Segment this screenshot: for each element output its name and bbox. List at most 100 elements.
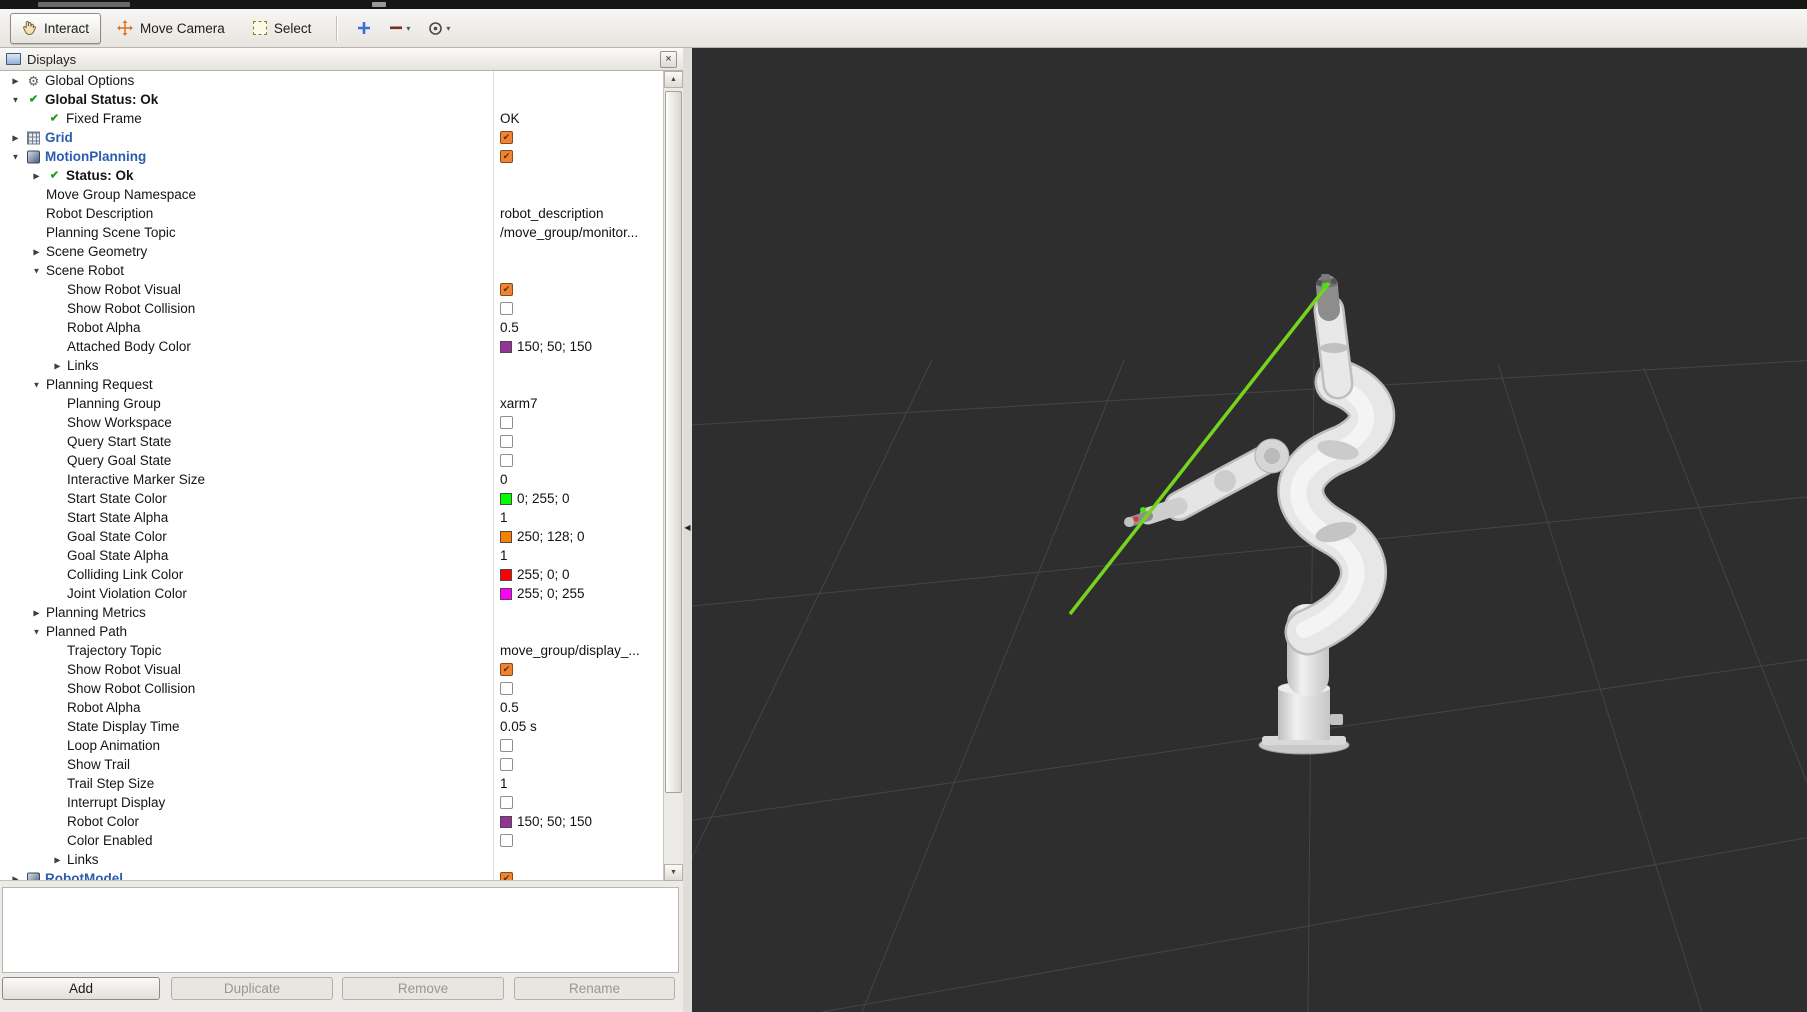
camera-tool-button[interactable]: ▾ bbox=[421, 14, 457, 43]
tree-row-planning-scene-topic[interactable]: Planning Scene Topic/move_group/monitor.… bbox=[0, 223, 683, 242]
add-tool-button[interactable] bbox=[350, 14, 378, 43]
remove-button[interactable]: Remove bbox=[342, 977, 504, 1000]
property-value[interactable]: 0 bbox=[500, 472, 508, 487]
collapse-left-icon[interactable]: ◀ bbox=[683, 520, 692, 536]
enabled-checkbox[interactable] bbox=[500, 739, 513, 752]
scrollbar-thumb[interactable] bbox=[665, 91, 682, 793]
tree-row-goal-state-alpha[interactable]: Goal State Alpha 1 bbox=[0, 546, 683, 565]
render-viewport[interactable] bbox=[692, 48, 1807, 1012]
tree-row-planned-path[interactable]: ▼ Planned Path bbox=[0, 622, 683, 641]
tree-row-start-state-alpha[interactable]: Start State Alpha 1 bbox=[0, 508, 683, 527]
add-button[interactable]: Add bbox=[2, 977, 160, 1000]
tree-row-global-options[interactable]: ▶ ⚙ Global Options bbox=[0, 71, 683, 90]
tree-row-planning-request[interactable]: ▼ Planning Request bbox=[0, 375, 683, 394]
tree-row-interrupt-display[interactable]: Interrupt Display bbox=[0, 793, 683, 812]
tree-row-attached-body-color[interactable]: Attached Body Color 150; 50; 150 bbox=[0, 337, 683, 356]
move-camera-tool-button[interactable]: Move Camera bbox=[105, 13, 237, 44]
property-value[interactable]: 150; 50; 150 bbox=[517, 814, 592, 829]
property-value[interactable]: 255; 0; 255 bbox=[517, 586, 585, 601]
tree-row-show-robot-collision[interactable]: Show Robot Collision bbox=[0, 679, 683, 698]
tree-row-state-display-time[interactable]: State Display Time 0.05 s bbox=[0, 717, 683, 736]
expand-arrow-icon[interactable]: ▶ bbox=[50, 855, 65, 864]
collapse-arrow-icon[interactable]: ▼ bbox=[8, 95, 23, 104]
property-value[interactable]: 0; 255; 0 bbox=[517, 491, 570, 506]
color-swatch[interactable] bbox=[500, 530, 512, 543]
property-value[interactable]: move_group/display_... bbox=[500, 643, 640, 658]
enabled-checkbox[interactable]: ✔ bbox=[500, 872, 513, 880]
scroll-down-icon[interactable]: ▼ bbox=[664, 864, 683, 881]
tree-row-robot-description[interactable]: Robot Description robot_description bbox=[0, 204, 683, 223]
tree-row-links[interactable]: ▶ Links bbox=[0, 850, 683, 869]
tree-row-trajectory-topic[interactable]: Trajectory Topic move_group/display_... bbox=[0, 641, 683, 660]
expand-arrow-icon[interactable]: ▶ bbox=[29, 171, 44, 180]
collapse-arrow-icon[interactable]: ▼ bbox=[29, 266, 44, 275]
tree-row-robot-color[interactable]: Robot Color 150; 50; 150 bbox=[0, 812, 683, 831]
tree-row-show-robot-visual[interactable]: Show Robot Visual ✔ bbox=[0, 280, 683, 299]
color-swatch[interactable] bbox=[500, 587, 512, 600]
tree-row-goal-state-color[interactable]: Goal State Color 250; 128; 0 bbox=[0, 527, 683, 546]
tree-row-status-ok[interactable]: ▶ ✔ Status: Ok bbox=[0, 166, 683, 185]
tree-row-trail-step-size[interactable]: Trail Step Size 1 bbox=[0, 774, 683, 793]
collapse-arrow-icon[interactable]: ▼ bbox=[8, 152, 23, 161]
tree-row-show-robot-collision[interactable]: Show Robot Collision bbox=[0, 299, 683, 318]
enabled-checkbox[interactable] bbox=[500, 454, 513, 467]
expand-arrow-icon[interactable]: ▶ bbox=[29, 608, 44, 617]
property-value[interactable]: 150; 50; 150 bbox=[517, 339, 592, 354]
tree-row-move-group-namespace[interactable]: Move Group Namespace bbox=[0, 185, 683, 204]
property-value[interactable]: robot_description bbox=[500, 206, 604, 221]
duplicate-button[interactable]: Duplicate bbox=[171, 977, 333, 1000]
panel-splitter[interactable]: ◀ bbox=[683, 48, 692, 1012]
tree-row-show-trail[interactable]: Show Trail bbox=[0, 755, 683, 774]
rename-button[interactable]: Rename bbox=[514, 977, 675, 1000]
tree-row-grid[interactable]: ▶ Grid ✔ bbox=[0, 128, 683, 147]
property-value[interactable]: 255; 0; 0 bbox=[517, 567, 570, 582]
enabled-checkbox[interactable] bbox=[500, 834, 513, 847]
enabled-checkbox[interactable]: ✔ bbox=[500, 283, 513, 296]
property-value[interactable]: 1 bbox=[500, 510, 508, 525]
tree-row-loop-animation[interactable]: Loop Animation bbox=[0, 736, 683, 755]
tree-row-fixed-frame[interactable]: ✔ Fixed Frame OK bbox=[0, 109, 683, 128]
expand-arrow-icon[interactable]: ▶ bbox=[8, 133, 23, 142]
tree-row-robot-alpha[interactable]: Robot Alpha 0.5 bbox=[0, 318, 683, 337]
tree-row-planning-group[interactable]: Planning Group xarm7 bbox=[0, 394, 683, 413]
enabled-checkbox[interactable] bbox=[500, 416, 513, 429]
property-value[interactable]: xarm7 bbox=[500, 396, 538, 411]
displays-panel-header[interactable]: Displays × bbox=[0, 48, 683, 71]
scroll-up-icon[interactable]: ▲ bbox=[664, 71, 683, 88]
enabled-checkbox[interactable]: ✔ bbox=[500, 150, 513, 163]
interact-tool-button[interactable]: Interact bbox=[10, 12, 102, 44]
collapse-arrow-icon[interactable]: ▼ bbox=[29, 380, 44, 389]
property-value[interactable]: 1 bbox=[500, 776, 508, 791]
property-value[interactable]: 250; 128; 0 bbox=[517, 529, 585, 544]
tree-row-robot-alpha[interactable]: Robot Alpha 0.5 bbox=[0, 698, 683, 717]
property-value[interactable]: 0.05 s bbox=[500, 719, 537, 734]
tree-row-show-robot-visual[interactable]: Show Robot Visual ✔ bbox=[0, 660, 683, 679]
tree-scrollbar[interactable]: ▲ ▼ bbox=[663, 71, 683, 881]
collapse-arrow-icon[interactable]: ▼ bbox=[29, 627, 44, 636]
property-value[interactable]: OK bbox=[500, 111, 520, 126]
tree-row-query-goal-state[interactable]: Query Goal State bbox=[0, 451, 683, 470]
color-swatch[interactable] bbox=[500, 815, 512, 828]
expand-arrow-icon[interactable]: ▶ bbox=[8, 874, 23, 880]
tree-row-show-workspace[interactable]: Show Workspace bbox=[0, 413, 683, 432]
color-swatch[interactable] bbox=[500, 492, 512, 505]
enabled-checkbox[interactable] bbox=[500, 435, 513, 448]
tree-row-robotmodel[interactable]: ▶ RobotModel ✔ bbox=[0, 869, 683, 880]
tree-row-interactive-marker-size[interactable]: Interactive Marker Size 0 bbox=[0, 470, 683, 489]
enabled-checkbox[interactable] bbox=[500, 796, 513, 809]
tree-row-scene-robot[interactable]: ▼ Scene Robot bbox=[0, 261, 683, 280]
tree-row-planning-metrics[interactable]: ▶ Planning Metrics bbox=[0, 603, 683, 622]
tree-row-scene-geometry[interactable]: ▶ Scene Geometry bbox=[0, 242, 683, 261]
enabled-checkbox[interactable] bbox=[500, 758, 513, 771]
select-tool-button[interactable]: Select bbox=[241, 13, 324, 44]
tree-row-color-enabled[interactable]: Color Enabled bbox=[0, 831, 683, 850]
tree-row-colliding-link-color[interactable]: Colliding Link Color 255; 0; 0 bbox=[0, 565, 683, 584]
enabled-checkbox[interactable] bbox=[500, 302, 513, 315]
tree-row-links[interactable]: ▶ Links bbox=[0, 356, 683, 375]
expand-arrow-icon[interactable]: ▶ bbox=[29, 247, 44, 256]
close-icon[interactable]: × bbox=[660, 50, 677, 68]
measure-tool-button[interactable]: ▾ bbox=[382, 14, 417, 43]
color-swatch[interactable] bbox=[500, 340, 512, 353]
property-value[interactable]: 1 bbox=[500, 548, 508, 563]
enabled-checkbox[interactable]: ✔ bbox=[500, 663, 513, 676]
